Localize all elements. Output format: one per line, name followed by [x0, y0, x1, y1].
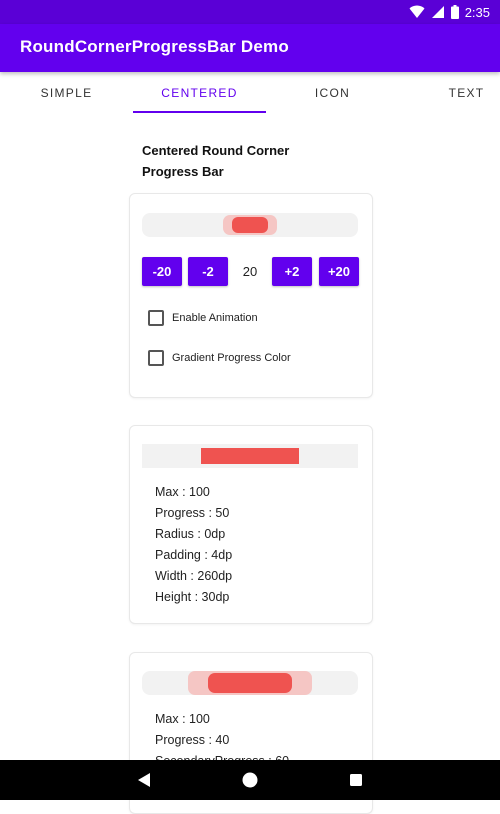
recents-icon[interactable]: [347, 770, 365, 795]
info-progress: Progress : 50: [155, 506, 230, 520]
tab-indicator: [133, 111, 266, 113]
checkbox-box[interactable]: [148, 350, 164, 366]
heading-line-1: Centered Round Corner: [142, 143, 290, 158]
gradient-progress-color-checkbox[interactable]: Gradient Progress Color: [148, 348, 291, 368]
info-max: Max : 100: [155, 712, 210, 726]
minus-20-button[interactable]: -20: [142, 257, 182, 286]
progress-value: 20: [242, 264, 258, 279]
tab-simple[interactable]: SIMPLE: [0, 72, 133, 114]
plus-2-button[interactable]: +2: [272, 257, 312, 286]
progress-bar-track: [142, 671, 358, 695]
progress-bar-track: [142, 213, 358, 237]
progress-bar-fill: [201, 448, 299, 464]
app-title: RoundCornerProgressBar Demo: [20, 37, 289, 56]
info-height: Height : 30dp: [155, 590, 230, 604]
wifi-icon: [409, 5, 425, 19]
tab-bar: SIMPLE CENTERED ICON TEXT: [0, 72, 500, 114]
info-radius: Radius : 0dp: [155, 527, 226, 541]
status-time: 2:35: [464, 4, 490, 20]
checkbox-label: Gradient Progress Color: [172, 352, 291, 364]
info-padding: Padding : 4dp: [155, 548, 233, 562]
info-max: Max : 100: [155, 485, 210, 499]
tab-icon[interactable]: ICON: [266, 72, 399, 114]
enable-animation-checkbox[interactable]: Enable Animation: [148, 308, 258, 328]
status-bar: 2:35: [0, 0, 500, 24]
progress-bar-track: [142, 444, 358, 468]
home-icon[interactable]: [241, 770, 259, 795]
checkbox-label: Enable Animation: [172, 312, 258, 324]
checkbox-box[interactable]: [148, 310, 164, 326]
progress-bar-fill: [231, 217, 269, 233]
tab-centered[interactable]: CENTERED: [133, 72, 266, 114]
progress-bar-fill: [208, 673, 292, 693]
info-list: Max : 100 Progress : 50 Radius : 0dp Pad…: [155, 482, 232, 608]
info-progress: Progress : 40: [155, 733, 230, 747]
demo-card: -20 -2 20 +2 +20 Enable Animation Gradie…: [129, 193, 373, 398]
info-card-square: Max : 100 Progress : 50 Radius : 0dp Pad…: [129, 425, 373, 624]
info-width: Width : 260dp: [155, 569, 233, 583]
app-bar: RoundCornerProgressBar Demo: [0, 24, 500, 72]
page-heading: Centered Round Corner Progress Bar: [142, 140, 322, 182]
minus-2-button[interactable]: -2: [188, 257, 228, 286]
tab-text[interactable]: TEXT: [399, 72, 500, 114]
status-icons: 2:35: [409, 4, 490, 20]
navigation-bar: [0, 760, 500, 800]
signal-icon: [431, 5, 445, 19]
battery-icon: [450, 5, 459, 19]
back-icon[interactable]: [135, 770, 153, 795]
heading-line-2: Progress Bar: [142, 164, 224, 179]
plus-20-button[interactable]: +20: [319, 257, 359, 286]
